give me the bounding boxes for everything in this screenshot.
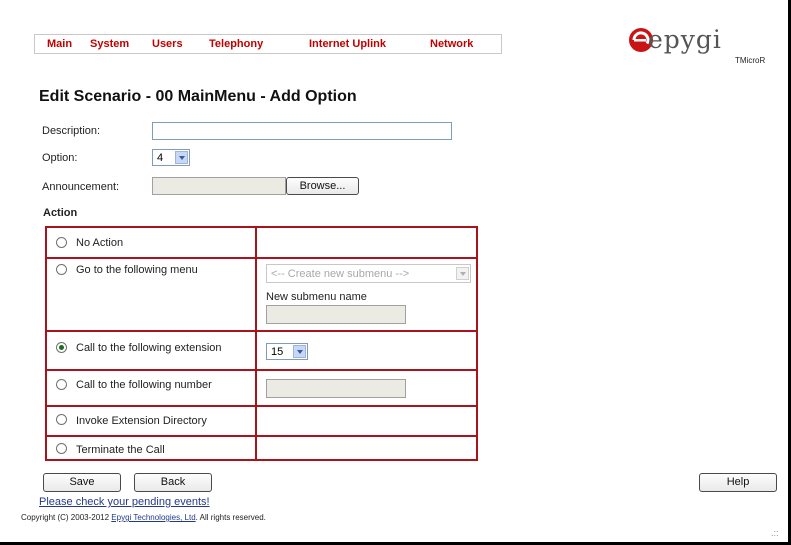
description-label: Description:: [42, 125, 101, 137]
submenu-select-value: <-- Create new submenu -->: [271, 268, 410, 280]
radio-call-number[interactable]: [56, 379, 67, 390]
table-divider: [47, 369, 476, 371]
page-title: Edit Scenario - 00 MainMenu - Add Option: [39, 88, 357, 105]
logo-brand-text: epygi: [648, 25, 722, 54]
radio-go-to-menu[interactable]: [56, 264, 67, 275]
radio-invoke-directory[interactable]: [56, 414, 67, 425]
nav-main[interactable]: Main: [47, 38, 72, 50]
pending-events-link[interactable]: Please check your pending events!: [39, 496, 210, 508]
radio-label: Invoke Extension Directory: [76, 415, 207, 427]
copyright-text: Copyright (C) 2003-2012 Epygi Technologi…: [21, 513, 266, 522]
description-input[interactable]: [152, 122, 452, 140]
nav-telephony[interactable]: Telephony: [209, 38, 263, 50]
pending-events: Please check your pending events!: [39, 496, 210, 508]
page-frame: Main System Users Telephony Internet Upl…: [0, 0, 788, 542]
top-nav: Main System Users Telephony Internet Upl…: [34, 34, 502, 54]
announcement-label: Announcement:: [42, 181, 120, 193]
announcement-file-input[interactable]: [152, 177, 286, 195]
option-select-value: 4: [157, 152, 164, 164]
chevron-down-icon[interactable]: [293, 345, 306, 358]
help-button[interactable]: Help: [699, 473, 777, 492]
extension-select[interactable]: 15: [266, 343, 308, 360]
logo-model-text: TMicroR: [735, 56, 766, 65]
radio-label: Call to the following extension: [76, 342, 222, 354]
browse-button[interactable]: Browse...: [286, 177, 359, 195]
action-table: No Action Go to the following menu <-- C…: [45, 226, 478, 461]
extension-select-value: 15: [271, 346, 284, 358]
nav-system[interactable]: System: [90, 38, 129, 50]
radio-label: Terminate the Call: [76, 444, 165, 456]
call-number-input[interactable]: [266, 379, 406, 398]
save-button[interactable]: Save: [43, 473, 121, 492]
radio-label: No Action: [76, 237, 124, 249]
submenu-select[interactable]: <-- Create new submenu -->: [266, 264, 471, 283]
new-submenu-label: New submenu name: [266, 291, 367, 303]
table-divider: [47, 257, 476, 259]
copyright-suffix: . All rights reserved.: [195, 513, 266, 522]
option-label: Option:: [42, 152, 78, 164]
table-divider: [47, 435, 476, 437]
option-select[interactable]: 4: [152, 149, 190, 166]
back-button[interactable]: Back: [134, 473, 212, 492]
resize-grip-icon[interactable]: .::: [771, 528, 779, 538]
action-heading: Action: [43, 207, 78, 219]
nav-internet-uplink[interactable]: Internet Uplink: [309, 38, 386, 50]
copyright-prefix: Copyright (C) 2003-2012: [21, 513, 112, 522]
radio-label: Call to the following number: [76, 379, 212, 391]
radio-label: Go to the following menu: [76, 264, 198, 276]
epygi-technologies-link[interactable]: Epygi Technologies, Ltd: [111, 513, 195, 522]
table-divider: [47, 330, 476, 332]
table-divider: [255, 228, 257, 459]
radio-no-action[interactable]: [56, 237, 67, 248]
chevron-down-icon[interactable]: [456, 267, 469, 280]
radio-call-extension[interactable]: [56, 342, 67, 353]
radio-terminate-call[interactable]: [56, 443, 67, 454]
new-submenu-input[interactable]: [266, 305, 406, 324]
chevron-down-icon[interactable]: [175, 151, 188, 164]
nav-users[interactable]: Users: [152, 38, 183, 50]
table-divider: [47, 405, 476, 407]
epygi-logo: epygi TMicroR: [628, 25, 768, 69]
nav-network[interactable]: Network: [430, 38, 473, 50]
